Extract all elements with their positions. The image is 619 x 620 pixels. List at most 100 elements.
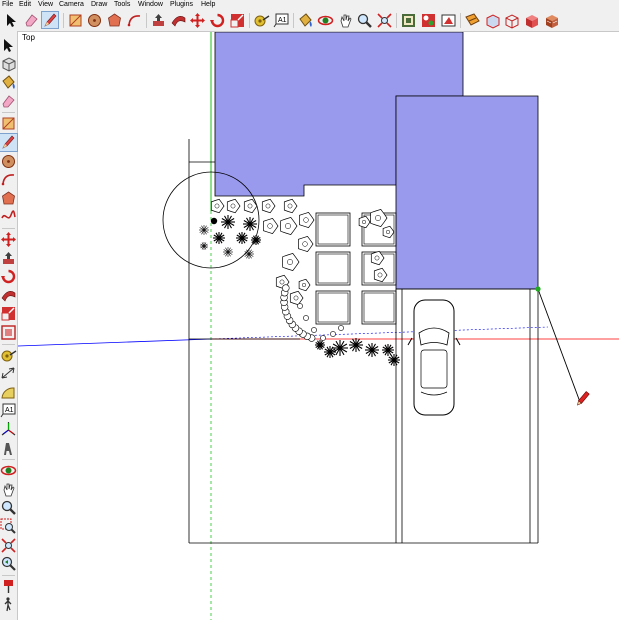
tape-measure-icon[interactable] (253, 12, 270, 28)
eraser-icon[interactable] (23, 12, 39, 28)
section-plane-icon[interactable] (464, 12, 480, 28)
previous-view-icon[interactable] (0, 555, 17, 572)
paver-inner (317, 292, 349, 323)
toolbar-separator (2, 228, 15, 229)
rotate-icon[interactable] (209, 12, 225, 28)
shaded-style-icon[interactable] (523, 12, 539, 28)
pan-icon[interactable] (337, 12, 353, 28)
line-pencil-icon[interactable] (41, 11, 60, 29)
menu-view[interactable]: View (38, 0, 53, 10)
arc-icon[interactable] (126, 12, 142, 28)
toolbar-separator (2, 343, 15, 345)
zoom-extents-icon[interactable] (376, 12, 392, 28)
text-label-icon[interactable]: A1 (273, 12, 289, 28)
rotate-icon[interactable] (0, 268, 17, 285)
materials-icon[interactable] (420, 12, 436, 28)
arc-icon[interactable] (0, 171, 17, 188)
scale-icon[interactable] (0, 305, 17, 322)
follow-me-icon[interactable] (0, 287, 17, 304)
shrub-symbol (261, 198, 276, 214)
paver-outer (361, 290, 397, 325)
move-icon[interactable] (0, 231, 17, 248)
shrub-symbol (298, 235, 314, 253)
textured-style-icon[interactable] (543, 12, 559, 28)
menu-help[interactable]: Help (201, 0, 215, 10)
dimension-icon[interactable] (0, 365, 17, 382)
styles-icon[interactable] (440, 12, 456, 28)
shrub-outline (261, 198, 276, 214)
polygon-icon[interactable] (0, 190, 17, 207)
select-icon[interactable] (3, 12, 19, 28)
circle-icon[interactable] (86, 12, 102, 28)
scene-canvas[interactable] (18, 32, 619, 620)
groundcover-dot (338, 325, 344, 331)
spiky-plant-symbol (213, 232, 225, 244)
follow-me-icon[interactable] (170, 12, 186, 28)
zoom-extents-icon[interactable] (0, 537, 17, 554)
menu-tools[interactable]: Tools (114, 0, 130, 10)
zoom-window-icon[interactable] (0, 518, 17, 535)
push-pull-icon[interactable] (150, 12, 166, 28)
svg-text:A1: A1 (5, 407, 14, 414)
paint-bucket-icon[interactable] (297, 12, 313, 28)
freehand-icon[interactable] (0, 208, 17, 225)
shrub-outline (370, 208, 388, 228)
shrub-symbol (382, 225, 395, 239)
pan-icon[interactable] (0, 481, 17, 498)
toolbar-separator (146, 13, 148, 28)
groundcover-dot (303, 315, 309, 321)
menu-edit[interactable]: Edit (19, 0, 31, 10)
polygon-icon[interactable] (106, 12, 122, 28)
paver-inner (317, 214, 349, 245)
zoom-icon[interactable] (0, 499, 17, 516)
shrub-symbol (280, 216, 298, 236)
shrub-symbol (282, 252, 300, 272)
shrub-outline (299, 211, 315, 229)
groundcover-dot (282, 284, 290, 292)
protractor-icon[interactable] (0, 384, 17, 401)
paver-outer (315, 212, 351, 247)
scale-icon[interactable] (229, 12, 245, 28)
menu-plugins[interactable]: Plugins (170, 0, 193, 10)
groundcover-dot (320, 335, 326, 341)
wireframe-style-icon[interactable] (503, 12, 519, 29)
menu-camera[interactable]: Camera (59, 0, 84, 10)
drawing-viewport[interactable]: Top (18, 32, 619, 620)
toolbar-separator (249, 13, 251, 28)
push-pull-icon[interactable] (0, 250, 17, 267)
line-pencil-icon[interactable] (0, 133, 18, 152)
components-icon[interactable] (400, 12, 416, 28)
zoom-icon[interactable] (356, 12, 373, 28)
shrub-symbol (370, 250, 385, 266)
toolbar-separator (460, 13, 462, 28)
blue-axis-solid (18, 338, 212, 347)
walk-icon[interactable] (0, 596, 17, 613)
drawn-line-segment (537, 288, 581, 403)
menu-draw[interactable]: Draw (91, 0, 107, 10)
rectangle-icon[interactable] (0, 115, 17, 132)
menu-window[interactable]: Window (138, 0, 163, 10)
position-camera-icon[interactable] (0, 578, 17, 595)
spiky-plant-symbol (236, 232, 248, 244)
shrub-symbol (373, 267, 388, 283)
shrub-symbol (226, 198, 241, 214)
orbit-icon[interactable] (0, 462, 17, 479)
select-icon[interactable] (0, 37, 17, 54)
xray-style-icon[interactable] (484, 12, 500, 29)
axes-icon[interactable] (0, 421, 17, 438)
circle-icon[interactable] (0, 153, 17, 170)
spiky-plant-symbol (365, 343, 379, 357)
offset-icon[interactable] (0, 324, 17, 341)
menu-file[interactable]: File (2, 0, 13, 10)
text-label-icon[interactable]: A1 (0, 402, 17, 419)
3d-text-icon[interactable] (0, 440, 17, 457)
orbit-icon[interactable] (317, 12, 334, 28)
toolbar-separator (2, 112, 15, 114)
main-toolbar: A1 (0, 10, 619, 32)
paint-bucket-icon[interactable] (0, 74, 17, 91)
move-icon[interactable] (189, 12, 206, 28)
rectangle-icon[interactable] (67, 12, 83, 28)
tape-measure-icon[interactable] (0, 347, 17, 364)
make-component-icon[interactable] (0, 56, 17, 73)
eraser-icon[interactable] (0, 93, 17, 110)
